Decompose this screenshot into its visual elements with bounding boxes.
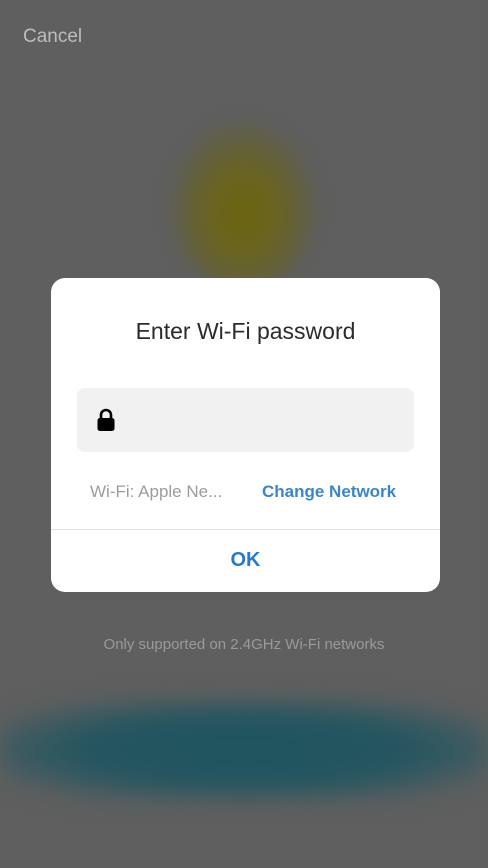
- frequency-hint: Only supported on 2.4GHz Wi-Fi networks: [103, 636, 385, 653]
- password-field[interactable]: [77, 388, 414, 454]
- wifi-setup-screen: Cancel Only supported on 2.4GHz Wi-Fi ne…: [0, 0, 488, 868]
- current-network-label: Wi-Fi: Apple Ne...: [90, 482, 223, 501]
- ok-button[interactable]: OK: [51, 530, 440, 592]
- wifi-password-dialog: Enter Wi-Fi password Wi-Fi: Apple Ne... …: [51, 278, 440, 592]
- bulb-graphic-blurred: [168, 120, 318, 290]
- change-network-link[interactable]: Change Network: [262, 482, 396, 502]
- network-row: Wi-Fi: Apple Ne... Change Network: [51, 482, 440, 506]
- password-input[interactable]: [129, 388, 408, 454]
- next-button-blurred: [0, 700, 488, 800]
- lock-icon: [97, 408, 115, 431]
- dialog-title: Enter Wi-Fi password: [135, 318, 356, 344]
- cancel-button[interactable]: Cancel: [23, 26, 82, 48]
